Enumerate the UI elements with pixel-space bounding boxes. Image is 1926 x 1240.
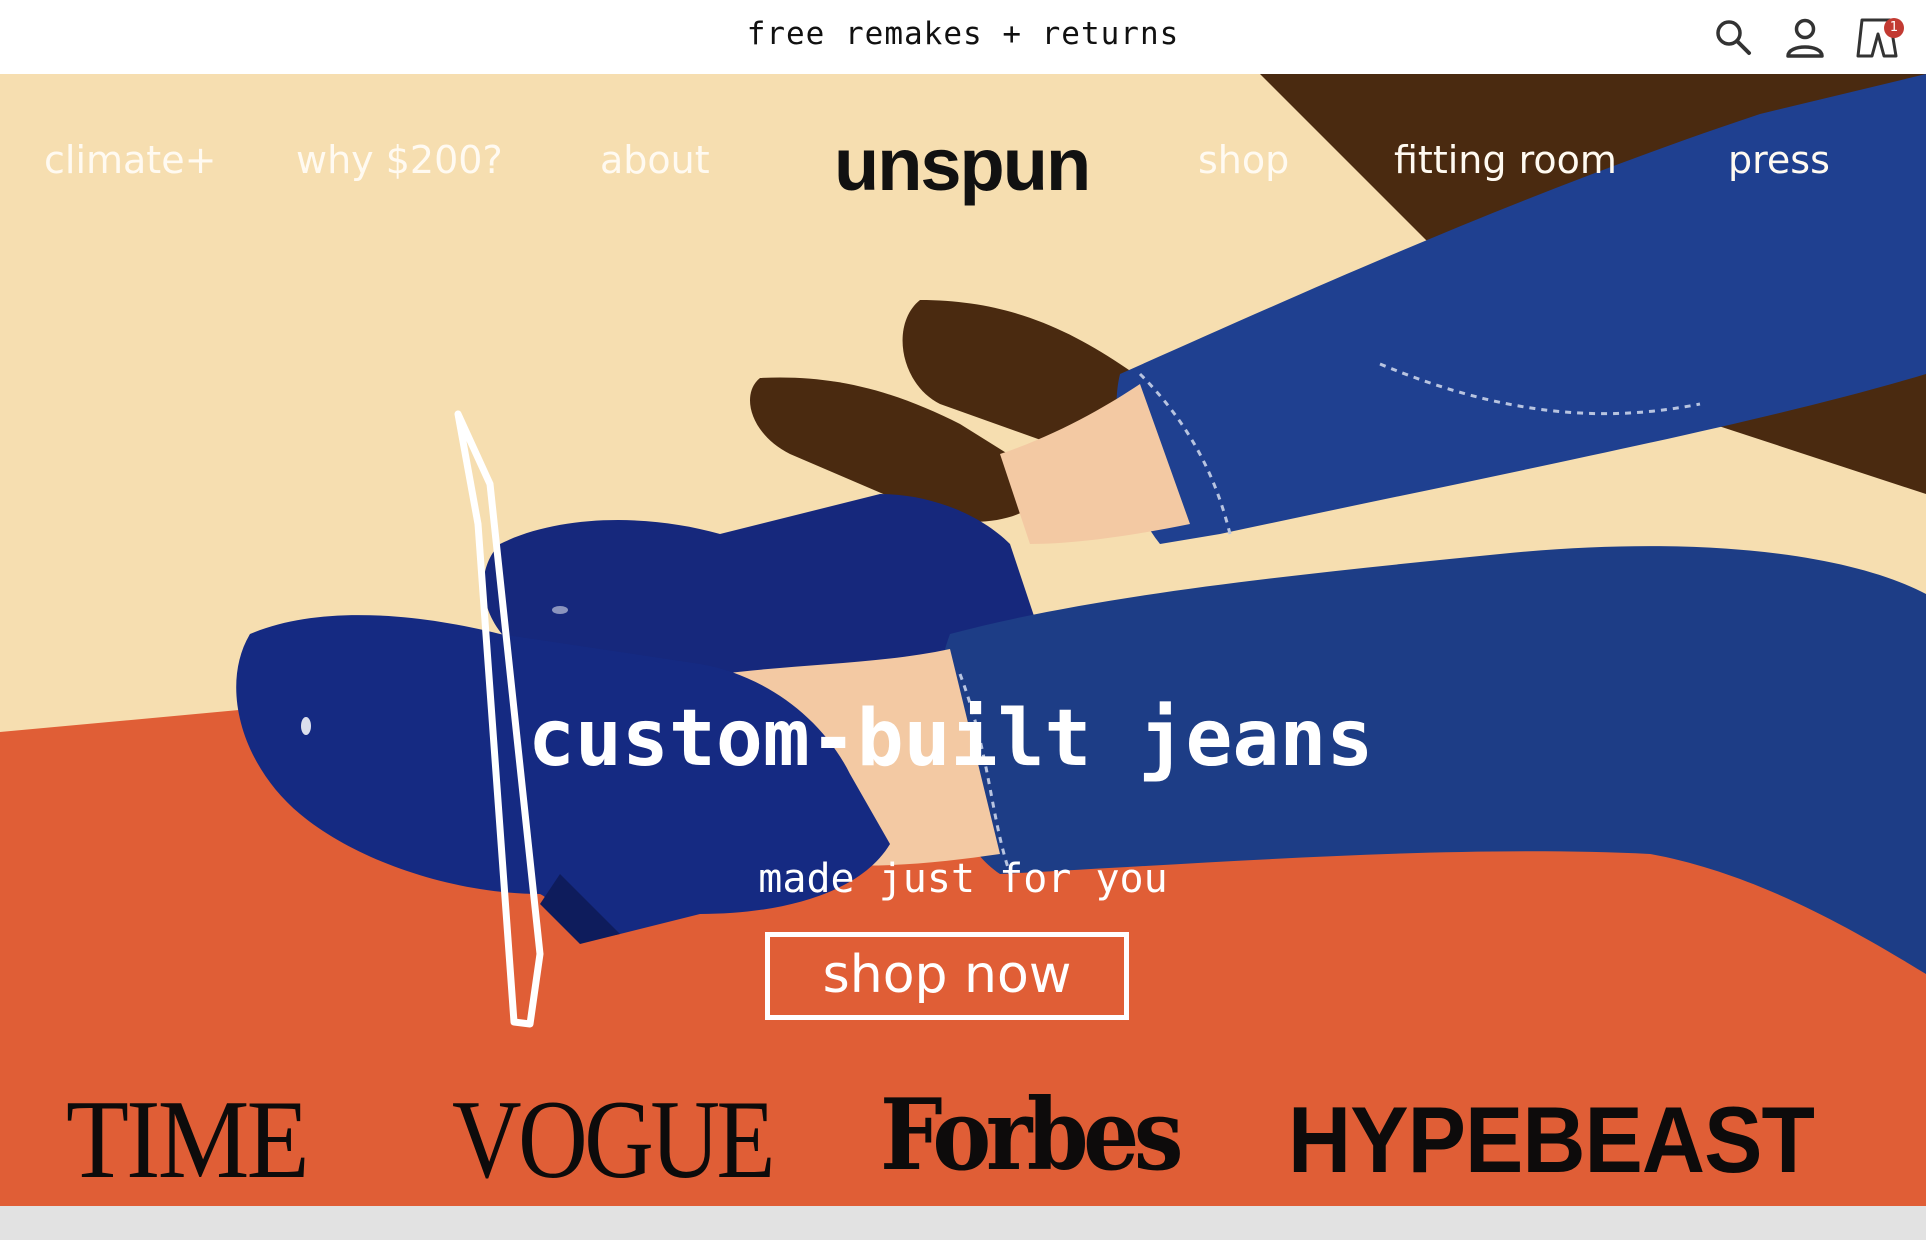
shop-now-button[interactable]: shop now (765, 932, 1129, 1020)
hero-section: climate+ why $200? about unspun shop fit… (0, 74, 1926, 1036)
nav-link-about[interactable]: about (600, 138, 710, 182)
nav-link-fitting-room[interactable]: fitting room (1394, 138, 1617, 182)
nav-link-climate[interactable]: climate+ (44, 138, 216, 182)
announcement-bar: free remakes + returns 1 (0, 0, 1926, 74)
press-logo-forbes[interactable]: Forbes (880, 1078, 1184, 1193)
hero-subheadline-text: made just for you (758, 856, 1168, 902)
hero-headline: custom-built jeans (528, 694, 1374, 784)
press-logo-time[interactable]: TIME (66, 1076, 310, 1205)
announcement-text: free remakes + returns (746, 16, 1180, 52)
cart-icon[interactable]: 1 (1852, 14, 1904, 60)
press-logo-hypebeast[interactable]: HYPEBEAST (1288, 1086, 1815, 1194)
hero-subheadline: made just for you (0, 856, 1926, 902)
search-icon[interactable] (1710, 14, 1756, 60)
user-icon[interactable] (1782, 14, 1828, 60)
nav-link-shop[interactable]: shop (1198, 138, 1289, 182)
nav-link-press[interactable]: press (1728, 138, 1830, 182)
site-logo[interactable]: unspun (834, 122, 1091, 207)
cart-count-badge: 1 (1884, 18, 1904, 38)
page-bottom-strip (0, 1206, 1926, 1240)
press-logo-vogue[interactable]: VOGUE (452, 1076, 775, 1205)
nav-link-why-200[interactable]: why $200? (296, 138, 503, 182)
press-logos-band: TIME VOGUE Forbes HYPEBEAST (0, 1036, 1926, 1206)
